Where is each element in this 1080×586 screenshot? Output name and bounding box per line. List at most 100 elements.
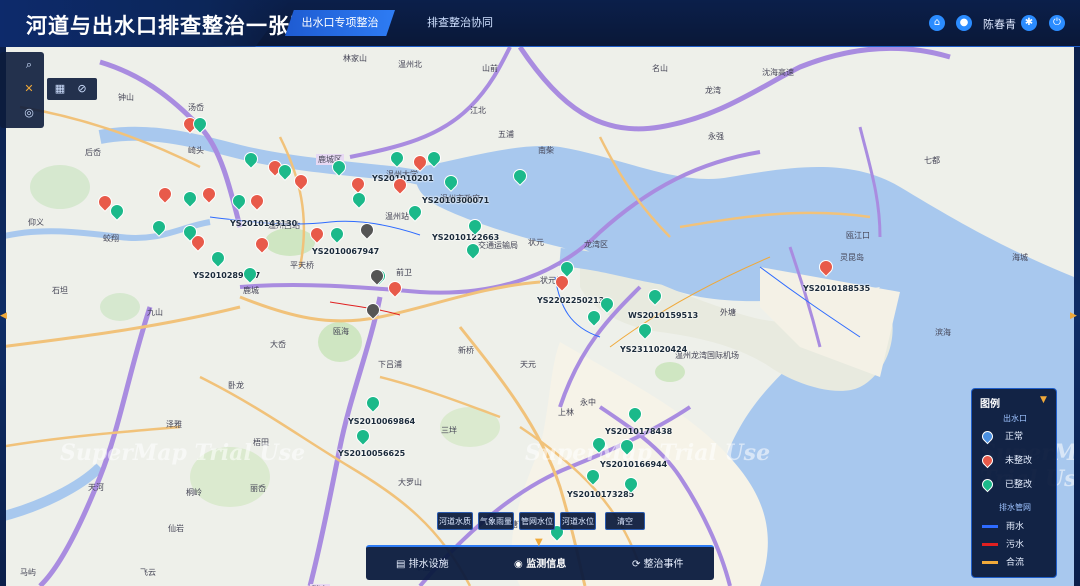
nav-monitoring-info[interactable]: ◉ 监测信息 xyxy=(514,556,566,574)
outfall-marker-unrectified[interactable] xyxy=(390,175,410,196)
outfall-marker-rectified[interactable] xyxy=(208,248,228,269)
outfall-marker-rectified[interactable] xyxy=(149,217,169,238)
legend-item-rain: 雨水 xyxy=(982,519,1024,532)
place-label: 温州北 xyxy=(398,60,422,69)
outfall-marker-rectified[interactable] xyxy=(240,264,260,285)
place-label: 温州站 xyxy=(385,212,409,221)
legend-item-normal: 正常 xyxy=(979,428,1023,445)
outfall-code-label: YS2010178438 xyxy=(605,427,673,436)
outfall-marker-rectified[interactable] xyxy=(557,258,577,279)
outfall-unrectified-icon xyxy=(979,452,996,469)
layers-icon[interactable]: ▦ xyxy=(53,82,67,96)
outfall-marker-unrectified[interactable] xyxy=(199,184,219,205)
collapse-caret-icon[interactable]: ▼ xyxy=(535,537,543,548)
outfall-marker-rectified[interactable] xyxy=(229,191,249,212)
outfall-marker-rectified[interactable] xyxy=(583,466,603,487)
user-icon[interactable]: ● xyxy=(956,15,972,31)
place-label: 滨海 xyxy=(935,328,951,337)
outfall-marker-rectified[interactable] xyxy=(463,240,483,261)
outfall-code-label: YS2010067947 xyxy=(312,247,380,256)
outfall-marker-rectified[interactable] xyxy=(621,474,641,495)
tab-investigation-collaboration[interactable]: 排查整治协同 xyxy=(405,10,515,36)
place-label: 龙湾区 xyxy=(584,240,608,249)
legend-section-pipe: 排水管网 xyxy=(999,503,1031,512)
tab-outfall-rectification[interactable]: 出水口专项整治 xyxy=(285,10,395,36)
place-label: 天河 xyxy=(88,483,104,492)
legend-label: 雨水 xyxy=(1006,522,1025,532)
outfall-marker-rectified[interactable] xyxy=(180,188,200,209)
outfall-marker-unrectified[interactable] xyxy=(155,184,175,205)
filter-rainfall-button[interactable]: 气象雨量 xyxy=(478,512,514,530)
place-label: 状元 xyxy=(528,238,544,247)
outfall-marker-rectified[interactable] xyxy=(589,434,609,455)
outfall-marker-rectified[interactable] xyxy=(441,172,461,193)
place-label: 桐岭 xyxy=(186,488,202,497)
map-canvas[interactable]: 林家山 温州北 山前 名山 沈海高速 龙湾 钟山 汤岙 五浦 江北 后岙 南柴 … xyxy=(0,47,1080,586)
outfall-marker-rectified[interactable] xyxy=(241,149,261,170)
outfall-marker-rectified[interactable] xyxy=(405,202,425,223)
settings-icon[interactable]: ✱ xyxy=(1021,15,1037,31)
place-label: 瓯江口 xyxy=(846,231,870,240)
outfall-marker-rectified[interactable] xyxy=(465,216,485,237)
outfall-marker-rectified[interactable] xyxy=(625,404,645,425)
outfall-marker-unrectified[interactable] xyxy=(816,257,836,278)
place-label: 仰义 xyxy=(28,218,44,227)
nav-rectification-events[interactable]: ⟳ 整治事件 xyxy=(632,556,684,574)
place-label: 永强 xyxy=(708,132,724,141)
page-title: 河道与出水口排查整治一张图 xyxy=(26,14,312,38)
outfall-marker-rectified[interactable] xyxy=(353,426,373,447)
outfall-marker-unrectified[interactable] xyxy=(307,224,327,245)
outfall-marker-unrectified[interactable] xyxy=(410,152,430,173)
outfall-marker-unrectified[interactable] xyxy=(247,191,267,212)
user-name[interactable]: 陈春青 xyxy=(983,16,1016,32)
filter-pipe-level-button[interactable]: 管网水位 xyxy=(519,512,555,530)
power-icon[interactable]: ⏻ xyxy=(1049,15,1065,31)
monitor-marker[interactable] xyxy=(363,300,383,321)
legend-label: 合流 xyxy=(1006,558,1025,568)
outfall-marker-rectified[interactable] xyxy=(275,161,295,182)
clear-filters-button[interactable]: 清空 xyxy=(605,512,645,530)
compass-icon[interactable]: ◎ xyxy=(22,106,36,120)
legend-label: 未整改 xyxy=(1005,456,1033,466)
outfall-code-label: YS2010122663 xyxy=(432,233,500,242)
place-label: 汤岙 xyxy=(188,103,204,112)
measure-icon[interactable]: ✕ xyxy=(22,82,36,96)
expand-left-arrow-icon[interactable]: ◀ xyxy=(0,311,7,321)
outfall-marker-rectified[interactable] xyxy=(190,114,210,135)
facility-icon: ▤ xyxy=(396,559,409,570)
outfall-marker-rectified[interactable] xyxy=(327,224,347,245)
outfall-marker-unrectified[interactable] xyxy=(252,234,272,255)
erase-icon[interactable]: ⊘ xyxy=(75,82,89,96)
home-icon[interactable]: ⌂ xyxy=(929,15,945,31)
outfall-marker-rectified[interactable] xyxy=(597,294,617,315)
outfall-marker-rectified[interactable] xyxy=(645,286,665,307)
outfall-marker-unrectified[interactable] xyxy=(291,171,311,192)
outfall-marker-rectified[interactable] xyxy=(617,436,637,457)
place-label: 林家山 xyxy=(343,54,367,63)
monitor-marker[interactable] xyxy=(367,266,387,287)
place-label: 三垟 xyxy=(441,426,457,435)
monitor-marker[interactable] xyxy=(357,220,377,241)
legend-item-sewage: 污水 xyxy=(982,537,1024,550)
filter-river-quality-button[interactable]: 河道水质 xyxy=(437,512,473,530)
outfall-marker-rectified[interactable] xyxy=(635,320,655,341)
filter-river-level-button[interactable]: 河道水位 xyxy=(560,512,596,530)
outfall-marker-rectified[interactable] xyxy=(329,157,349,178)
outfall-marker-rectified[interactable] xyxy=(584,307,604,328)
outfall-marker-rectified[interactable] xyxy=(510,166,530,187)
place-label: 上林 xyxy=(558,408,574,417)
expand-right-arrow-icon[interactable]: ▶ xyxy=(1070,311,1077,321)
search-icon[interactable]: ⌕ xyxy=(22,58,36,72)
outfall-marker-rectified[interactable] xyxy=(349,189,369,210)
outfall-marker-unrectified[interactable] xyxy=(385,278,405,299)
outfall-marker-rectified[interactable] xyxy=(424,148,444,169)
nav-drainage-facilities[interactable]: ▤ 排水设施 xyxy=(396,556,449,574)
outfall-marker-rectified[interactable] xyxy=(180,222,200,243)
outfall-marker-rectified[interactable] xyxy=(107,201,127,222)
outfall-marker-rectified[interactable] xyxy=(363,393,383,414)
legend-item-rectified: 已整改 xyxy=(979,476,1032,493)
place-label: 卧龙 xyxy=(228,381,244,390)
outfall-marker-rectified[interactable] xyxy=(387,148,407,169)
place-label: 大岙 xyxy=(270,340,286,349)
legend-collapse-icon[interactable]: ▼ xyxy=(1040,395,1047,405)
